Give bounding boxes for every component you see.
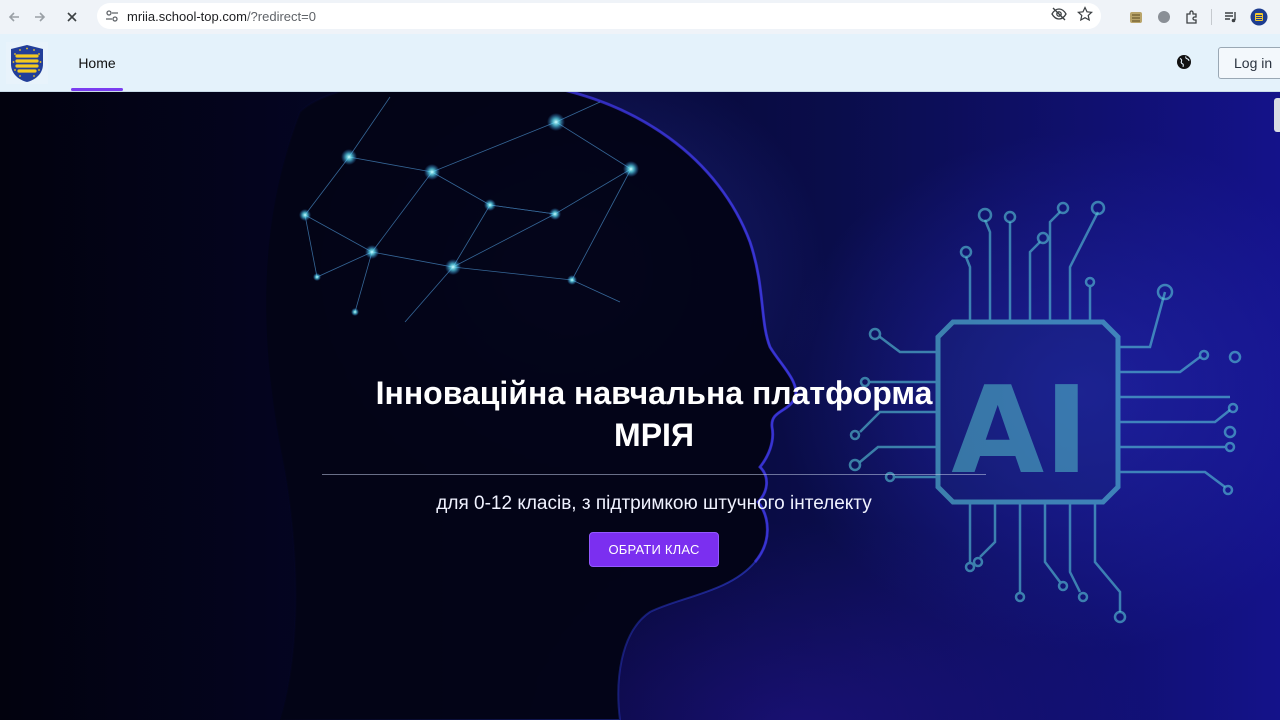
- url-path: /?redirect=0: [246, 8, 316, 24]
- hero-banner: AI Інноваційна навчальна платформа МРІЯ …: [0, 92, 1280, 720]
- eye-off-icon[interactable]: [1051, 6, 1067, 27]
- hero-divider: [322, 474, 986, 475]
- stop-icon[interactable]: [58, 3, 86, 31]
- globe-icon[interactable]: [1176, 54, 1194, 72]
- choose-class-button[interactable]: ОБРАТИ КЛАС: [589, 532, 719, 567]
- browser-toolbar: mriia.school-top.com/?redirect=0: [0, 0, 1280, 34]
- url-host: mriia.school-top.com: [127, 8, 247, 24]
- hero-title-line1: Інноваційна навчальна платформа: [375, 375, 933, 411]
- profile-icon[interactable]: [1250, 8, 1268, 26]
- site-header: Home Log in: [0, 34, 1280, 92]
- extension-icon[interactable]: [1155, 8, 1173, 26]
- star-icon[interactable]: [1077, 5, 1093, 27]
- back-icon[interactable]: [0, 3, 28, 31]
- scrollbar-handle[interactable]: [1274, 98, 1280, 132]
- hero-title: Інноваційна навчальна платформа МРІЯ: [322, 372, 986, 456]
- site-info-icon[interactable]: [99, 3, 125, 29]
- school-logo[interactable]: [6, 42, 48, 84]
- hero-subtitle: для 0-12 класів, з підтримкою штучного і…: [436, 493, 872, 514]
- extension-icon[interactable]: [1127, 8, 1145, 26]
- hero-title-line2: МРІЯ: [614, 417, 694, 453]
- media-icon[interactable]: [1222, 8, 1240, 26]
- forward-icon[interactable]: [26, 3, 54, 31]
- toolbar-divider: [1211, 9, 1212, 25]
- puzzle-icon[interactable]: [1183, 8, 1201, 26]
- login-button[interactable]: Log in: [1218, 47, 1280, 79]
- nav-home[interactable]: Home: [71, 34, 123, 91]
- address-bar[interactable]: mriia.school-top.com/?redirect=0: [97, 3, 1101, 29]
- url-text[interactable]: mriia.school-top.com/?redirect=0: [127, 9, 316, 24]
